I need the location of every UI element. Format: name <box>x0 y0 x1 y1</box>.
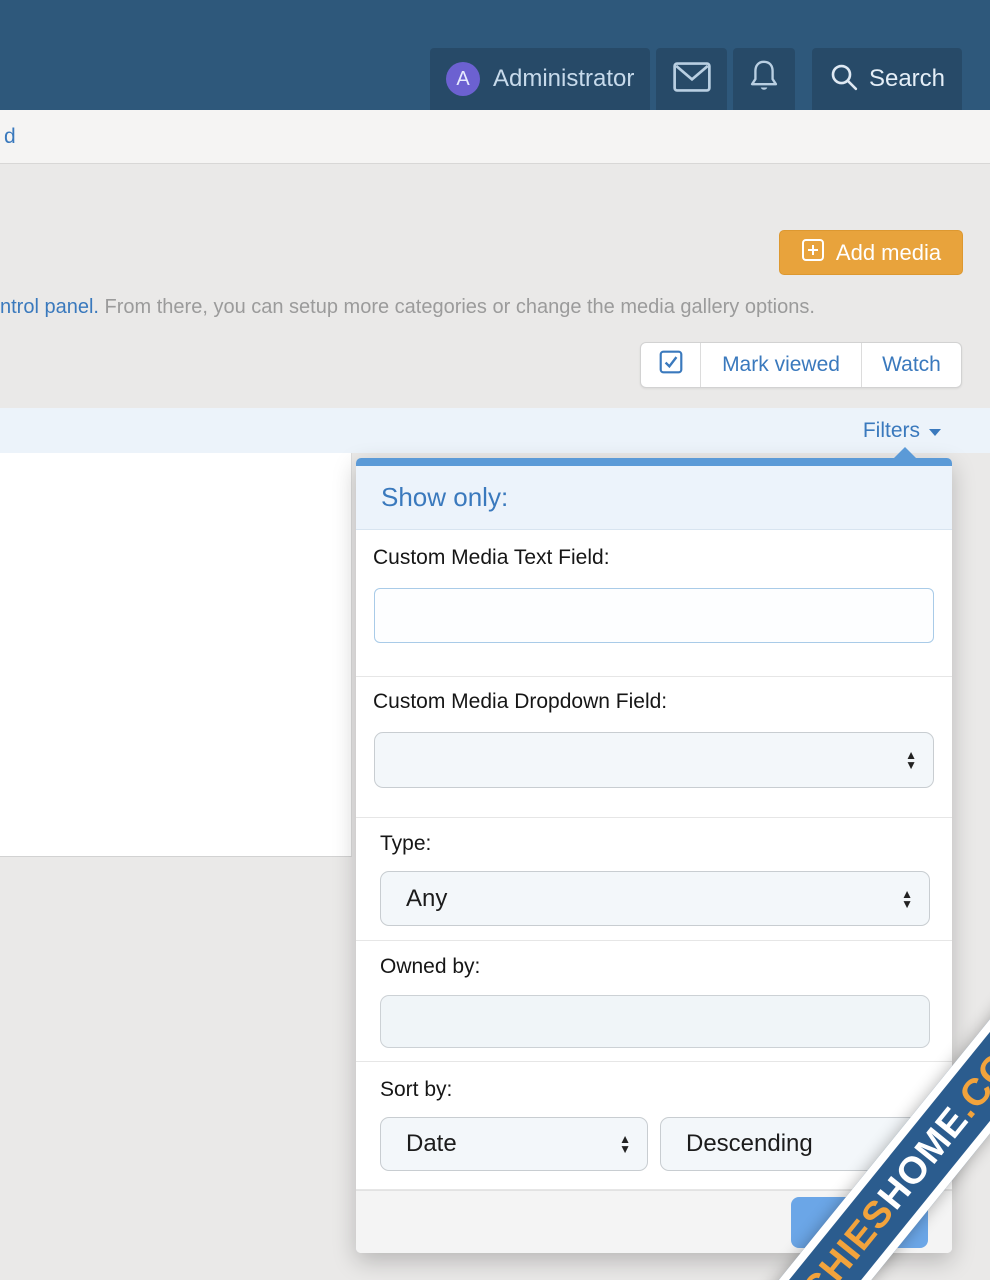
page: A Administrator Search d Add media <box>0 0 990 1280</box>
mark-viewed-button[interactable]: Mark viewed <box>701 343 862 387</box>
add-media-button[interactable]: Add media <box>779 230 963 275</box>
username-label: Administrator <box>493 65 634 93</box>
breadcrumb-partial-link[interactable]: d <box>4 110 16 163</box>
custom-dropdown-select[interactable]: ▲▼ <box>374 732 934 788</box>
custom-dropdown-section: Custom Media Dropdown Field: ▲▼ <box>356 677 952 818</box>
sort-by-section: Sort by: Date ▲▼ Descending <box>356 1062 952 1190</box>
custom-dropdown-label: Custom Media Dropdown Field: <box>373 690 667 714</box>
search-button[interactable]: Search <box>812 48 962 110</box>
filters-menu: Show only: Custom Media Text Field: Cust… <box>356 458 952 1253</box>
custom-text-label: Custom Media Text Field: <box>373 546 610 570</box>
type-value: Any <box>406 885 447 913</box>
control-panel-link[interactable]: ntrol panel. <box>0 296 99 318</box>
alerts-button[interactable] <box>733 48 795 110</box>
add-plus-icon <box>801 238 825 268</box>
select-arrows-icon: ▲▼ <box>619 1134 631 1154</box>
menu-header: Show only: <box>356 466 952 530</box>
intro-text-rest: From there, you can setup more categorie… <box>99 296 815 318</box>
custom-text-section: Custom Media Text Field: <box>356 530 952 677</box>
avatar: A <box>446 62 480 96</box>
top-navbar: A Administrator Search <box>0 0 990 110</box>
owned-by-label: Owned by: <box>380 955 480 979</box>
intro-text: ntrol panel. From there, you can setup m… <box>0 292 970 322</box>
bell-icon <box>747 59 781 100</box>
menu-accent-bar <box>356 458 952 466</box>
checkbox-checked-icon <box>658 349 684 381</box>
envelope-icon <box>673 62 711 97</box>
sort-direction-value: Descending <box>686 1130 813 1158</box>
add-media-label: Add media <box>836 240 941 266</box>
select-arrows-icon: ▲▼ <box>901 889 913 909</box>
select-arrows-icon: ▲▼ <box>905 750 917 770</box>
search-label: Search <box>869 65 945 93</box>
sort-field-select[interactable]: Date ▲▼ <box>380 1117 648 1171</box>
type-label: Type: <box>380 832 431 856</box>
watch-button[interactable]: Watch <box>862 343 961 387</box>
type-select[interactable]: Any ▲▼ <box>380 871 930 926</box>
filters-label: Filters <box>863 419 920 443</box>
owned-by-input[interactable] <box>380 995 930 1048</box>
avatar-initial: A <box>456 68 469 91</box>
filters-bar: Filters <box>0 408 990 453</box>
select-all-button[interactable] <box>641 343 701 387</box>
sort-by-label: Sort by: <box>380 1078 452 1102</box>
menu-title: Show only: <box>381 482 508 513</box>
custom-text-input[interactable] <box>374 588 934 643</box>
media-list-panel <box>0 453 352 857</box>
type-section: Type: Any ▲▼ <box>356 818 952 941</box>
caret-down-icon <box>929 429 941 436</box>
messages-button[interactable] <box>656 48 727 110</box>
owned-by-section: Owned by: <box>356 941 952 1062</box>
breadcrumb-bar: d <box>0 110 990 164</box>
list-actions-group: Mark viewed Watch <box>640 342 962 388</box>
sort-field-value: Date <box>406 1130 457 1158</box>
magnifier-icon <box>829 62 859 97</box>
account-menu[interactable]: A Administrator <box>430 48 650 110</box>
